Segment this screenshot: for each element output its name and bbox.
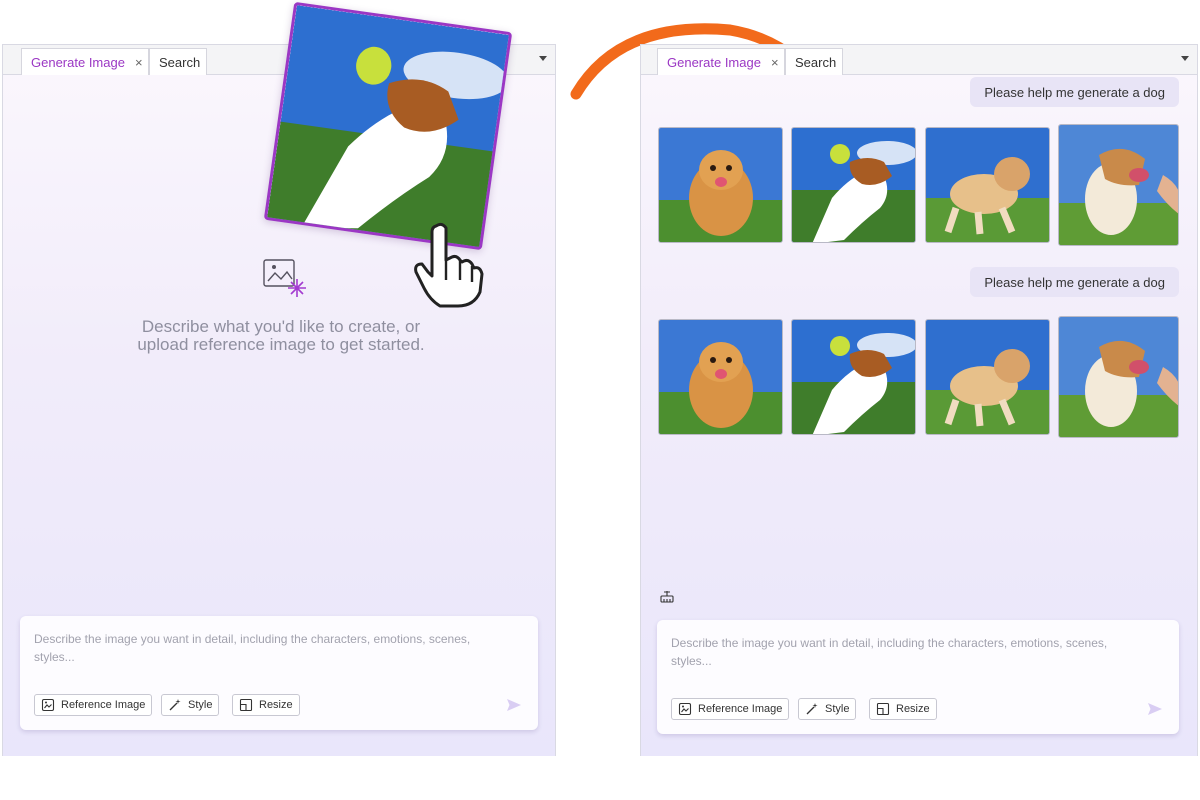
dog-photo — [926, 128, 1050, 243]
prompt-composer: Describe the image you want in detail, i… — [20, 616, 538, 730]
dog-photo — [792, 320, 916, 435]
dog-photo — [1059, 317, 1179, 438]
generated-image[interactable] — [1058, 124, 1179, 246]
reference-image-button[interactable]: Reference Image — [34, 694, 153, 716]
generated-image[interactable] — [658, 127, 783, 243]
close-icon[interactable]: × — [135, 55, 143, 70]
resize-icon — [239, 698, 253, 712]
generated-image[interactable] — [1058, 316, 1179, 438]
tab-search[interactable]: Search — [785, 48, 843, 75]
reference-image-icon — [678, 702, 692, 716]
chevron-down-icon[interactable] — [539, 56, 547, 61]
close-icon[interactable]: × — [771, 55, 779, 70]
prompt-composer: Describe the image you want in detail, i… — [657, 620, 1179, 734]
generated-image[interactable] — [925, 127, 1050, 243]
dog-photo — [266, 5, 512, 250]
reference-image-button[interactable]: Reference Image — [671, 698, 790, 720]
tab-search[interactable]: Search — [149, 48, 207, 75]
generated-image[interactable] — [791, 127, 916, 243]
empty-state-message: Describe what you'd like to create, or u… — [137, 317, 425, 354]
dog-photo — [792, 128, 916, 243]
comparison-stage: Generate Image × Search Describe what yo… — [0, 0, 1200, 800]
style-button[interactable]: Style — [798, 698, 857, 720]
tab-label: Generate Image — [31, 54, 125, 70]
button-label: Resize — [896, 703, 930, 715]
send-icon[interactable] — [506, 698, 522, 712]
generated-image[interactable] — [791, 319, 916, 435]
style-button[interactable]: Style — [161, 694, 220, 716]
magic-wand-icon — [168, 698, 182, 712]
tab-generate-image[interactable]: Generate Image × — [21, 48, 149, 75]
button-label: Style — [188, 699, 213, 711]
hand-cursor-icon — [414, 222, 484, 308]
resize-icon — [876, 702, 890, 716]
tab-label: Search — [159, 54, 201, 70]
generated-image[interactable] — [925, 319, 1050, 435]
resize-button[interactable]: Resize — [869, 698, 937, 720]
prompt-input[interactable]: Describe the image you want in detail, i… — [671, 634, 1141, 670]
generated-image[interactable] — [658, 319, 783, 435]
tab-generate-image[interactable]: Generate Image × — [657, 48, 785, 75]
broom-icon[interactable] — [659, 589, 675, 604]
dog-photo — [659, 128, 783, 243]
button-label: Style — [825, 703, 850, 715]
tab-label: Generate Image — [667, 54, 761, 70]
button-label: Reference Image — [698, 703, 783, 715]
tab-bar: Generate Image × Search — [641, 45, 1197, 75]
user-prompt-bubble: Please help me generate a dog — [970, 267, 1179, 297]
dragged-reference-image[interactable] — [263, 1, 513, 251]
dog-photo — [926, 320, 1050, 435]
send-icon[interactable] — [1147, 702, 1163, 716]
chevron-down-icon[interactable] — [1181, 56, 1189, 61]
prompt-input[interactable]: Describe the image you want in detail, i… — [34, 630, 504, 666]
user-prompt-bubble: Please help me generate a dog — [970, 77, 1179, 107]
resize-button[interactable]: Resize — [232, 694, 300, 716]
dog-photo — [1059, 125, 1179, 246]
button-label: Reference Image — [61, 699, 146, 711]
tab-label: Search — [795, 54, 837, 70]
button-label: Resize — [259, 699, 293, 711]
right-app-panel: Generate Image × Search Please help me g… — [640, 44, 1198, 756]
reference-image-icon — [41, 698, 55, 712]
magic-wand-icon — [805, 702, 819, 716]
image-sparkle-icon — [263, 259, 306, 297]
dog-photo — [659, 320, 783, 435]
